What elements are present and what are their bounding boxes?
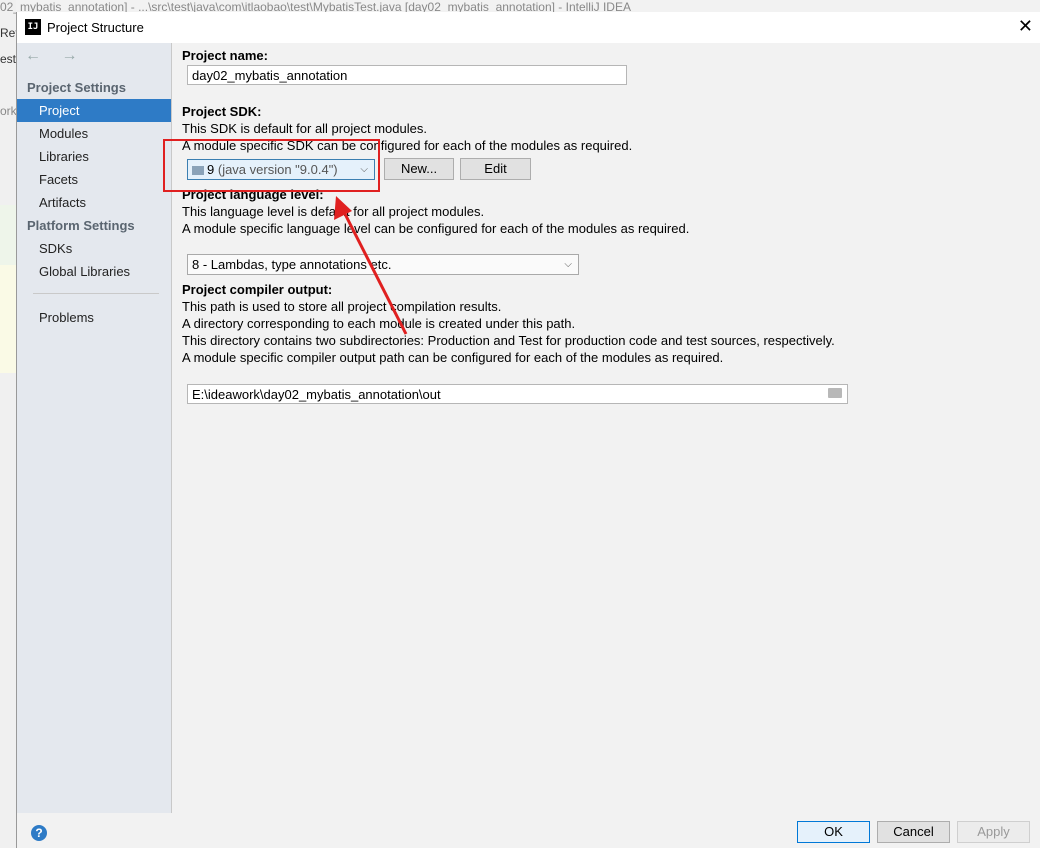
background-editor-strip bbox=[0, 205, 16, 265]
project-settings-header: Project Settings bbox=[27, 80, 126, 95]
project-name-label: Project name: bbox=[182, 48, 268, 63]
settings-sidebar: ← → Project Settings Project Modules Lib… bbox=[17, 43, 172, 813]
project-sdk-label: Project SDK: bbox=[182, 104, 262, 119]
dialog-title: Project Structure bbox=[47, 20, 144, 35]
dialog-button-bar: ? OK Cancel Apply bbox=[17, 813, 1040, 848]
sidebar-item-modules[interactable]: Modules bbox=[17, 122, 171, 145]
annotation-highlight-box bbox=[163, 139, 380, 192]
sidebar-item-sdks[interactable]: SDKs bbox=[17, 237, 171, 260]
help-icon[interactable]: ? bbox=[31, 825, 47, 841]
output-description-4: A module specific compiler output path c… bbox=[182, 350, 724, 365]
sidebar-item-artifacts[interactable]: Artifacts bbox=[17, 191, 171, 214]
back-forward-arrows-icon[interactable]: ← → bbox=[25, 47, 85, 65]
sidebar-item-libraries[interactable]: Libraries bbox=[17, 145, 171, 168]
sdk-new-button[interactable]: New... bbox=[384, 158, 454, 180]
cancel-button[interactable]: Cancel bbox=[877, 821, 950, 843]
project-structure-dialog: IJ Project Structure ✕ ← → Project Setti… bbox=[16, 12, 1040, 848]
background-panel-label: ork bbox=[0, 104, 16, 118]
background-menu-label: Ref bbox=[0, 26, 16, 40]
sidebar-item-project[interactable]: Project bbox=[17, 99, 171, 122]
output-description-2: A directory corresponding to each module… bbox=[182, 316, 576, 331]
dialog-titlebar: IJ Project Structure ✕ bbox=[17, 12, 1040, 43]
folder-browse-icon[interactable] bbox=[828, 388, 842, 398]
compiler-output-label: Project compiler output: bbox=[182, 282, 333, 297]
chevron-down-icon: ⌵ bbox=[564, 259, 572, 270]
sidebar-item-problems[interactable]: Problems bbox=[17, 306, 171, 329]
background-editor-strip-yellow bbox=[0, 265, 16, 373]
compiler-output-path: E:\ideawork\day02_mybatis_annotation\out bbox=[192, 387, 441, 402]
output-description-1: This path is used to store all project c… bbox=[182, 299, 502, 314]
sidebar-item-facets[interactable]: Facets bbox=[17, 168, 171, 191]
project-name-input[interactable]: day02_mybatis_annotation bbox=[187, 65, 627, 85]
platform-settings-header: Platform Settings bbox=[27, 218, 135, 233]
background-toolbar-label: est bbox=[0, 52, 16, 66]
sidebar-item-global-libraries[interactable]: Global Libraries bbox=[17, 260, 171, 283]
intellij-app-icon: IJ bbox=[25, 19, 41, 35]
language-level-dropdown[interactable]: 8 - Lambdas, type annotations etc. ⌵ bbox=[187, 254, 579, 275]
apply-button[interactable]: Apply bbox=[957, 821, 1030, 843]
sidebar-divider bbox=[33, 293, 159, 294]
ok-button[interactable]: OK bbox=[797, 821, 870, 843]
close-icon[interactable]: ✕ bbox=[1018, 16, 1033, 37]
background-ide-window bbox=[0, 0, 16, 848]
output-description-3: This directory contains two subdirectori… bbox=[182, 333, 835, 348]
compiler-output-input[interactable]: E:\ideawork\day02_mybatis_annotation\out bbox=[187, 384, 848, 404]
language-description-2: A module specific language level can be … bbox=[182, 221, 690, 236]
language-level-value: 8 - Lambdas, type annotations etc. bbox=[192, 257, 392, 272]
sdk-description-1: This SDK is default for all project modu… bbox=[182, 121, 427, 136]
language-description-1: This language level is default for all p… bbox=[182, 204, 485, 219]
sdk-edit-button[interactable]: Edit bbox=[460, 158, 531, 180]
